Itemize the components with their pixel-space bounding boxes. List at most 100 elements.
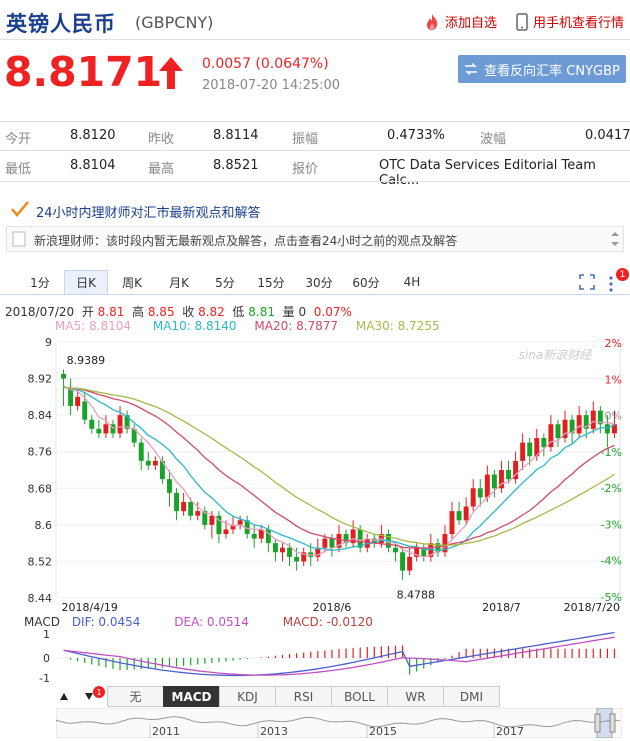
candle-body: [89, 419, 95, 429]
add-watchlist-label: 添加自选: [445, 16, 498, 31]
candle-body: [590, 410, 596, 429]
ohlc-open: 8.81: [97, 305, 125, 319]
ma30-legend: MA30: 8.7255: [355, 319, 440, 333]
open-label: 开: [81, 305, 94, 319]
pct-tick-label: -3%: [601, 518, 622, 531]
open-label: 今开: [5, 132, 32, 147]
year-label: 2011: [152, 725, 180, 738]
tab-1分[interactable]: 1分: [18, 270, 62, 294]
tab-月K[interactable]: 月K: [157, 270, 201, 294]
prev-close-value: 8.8114: [213, 128, 259, 143]
candle-body: [82, 401, 88, 420]
candle-body: [96, 428, 102, 434]
x-tick-label: 2018/7/20: [564, 601, 620, 614]
max-price-label: 8.9389: [67, 354, 106, 367]
quote-time: 2018-07-20 14:25:00: [202, 78, 341, 93]
indicator-tab-BOLL[interactable]: BOLL: [331, 686, 388, 707]
swap-icon: [465, 63, 478, 75]
candle-body: [527, 442, 533, 457]
quote-source-label: 报价: [292, 162, 319, 177]
quote-divider: [0, 121, 630, 122]
scroll-arrows-icon[interactable]: [609, 229, 621, 249]
analyst-message[interactable]: 新浪理财师：该时段内暂无最新观点及解答，点击查看24小时之前的观点及解答: [34, 232, 457, 249]
time-navigator[interactable]: 2011 2013 2015 2017: [56, 708, 622, 738]
more-menu-icon[interactable]: [607, 274, 615, 292]
tab-60分[interactable]: 60分: [343, 270, 389, 294]
pct-tick-label: -4%: [601, 555, 622, 568]
candle-body: [604, 424, 610, 434]
tab-15分[interactable]: 15分: [248, 270, 294, 294]
amplitude-label: 振幅: [292, 132, 319, 147]
macd-chart[interactable]: 1 0 -1: [0, 630, 630, 686]
candle-body: [322, 538, 328, 548]
y-tick-label: 8.76: [28, 446, 53, 459]
checkmark-icon: [11, 201, 29, 217]
candle-body: [138, 442, 144, 461]
stats-bottom-divider: [0, 181, 630, 182]
navigator-handle-right[interactable]: [609, 713, 616, 733]
indicator-tabs: 无 MACD KDJ RSI BOLL WR DMI: [107, 686, 500, 708]
fullscreen-icon[interactable]: [579, 274, 595, 290]
ma20-line: [63, 386, 615, 549]
indicator-tab-DMI[interactable]: DMI: [443, 686, 500, 707]
ohlc-high: 8.85: [147, 305, 175, 319]
candle-body: [541, 438, 547, 448]
candle-body: [506, 470, 511, 480]
tab-5分[interactable]: 5分: [203, 270, 247, 294]
year-label: 2015: [369, 725, 397, 738]
candle-body: [294, 556, 300, 562]
low-value: 8.8104: [70, 158, 116, 173]
indicator-tab-WR[interactable]: WR: [387, 686, 444, 707]
candle-body: [223, 529, 229, 534]
current-price: 8.8171: [4, 48, 163, 96]
year-label: 2017: [496, 725, 524, 738]
candle-body: [400, 552, 406, 571]
candle-body: [456, 511, 462, 521]
ma-legend: MA5: 8.8104 MA10: 8.8140 MA20: 8.7877 MA…: [55, 319, 440, 333]
ohlc-volume: 0: [298, 305, 307, 319]
reverse-rate-button[interactable]: 查看反向汇率 CNYGBP: [458, 55, 626, 83]
indicator-tab-无[interactable]: 无: [107, 686, 164, 707]
tab-周K[interactable]: 周K: [110, 270, 154, 294]
collapse-up-icon[interactable]: [58, 690, 70, 702]
candle-body: [237, 520, 243, 525]
prev-close-label: 昨收: [148, 132, 175, 147]
tab-4H[interactable]: 4H: [391, 270, 433, 294]
ohlc-close: 8.82: [198, 305, 225, 319]
tab-日K[interactable]: 日K: [64, 270, 108, 294]
navigator-bg: [56, 708, 622, 738]
ohlc-date: 2018/07/20: [5, 305, 75, 319]
x-tick-label: 2018/4/19: [62, 601, 118, 614]
reverse-rate-label: 查看反向汇率 CNYGBP: [484, 63, 620, 79]
candle-body: [463, 506, 469, 521]
macd-title: MACD: [24, 615, 60, 629]
stats-divider: [0, 150, 630, 151]
candlestick-chart[interactable]: 98.928.848.768.688.68.528.442%1%0%-1%-2%…: [0, 334, 630, 614]
pct-tick-label: 1%: [605, 373, 622, 386]
y-tick-label: 8.84: [28, 409, 53, 422]
indicator-tab-MACD[interactable]: MACD: [163, 686, 220, 707]
flame-icon: [427, 13, 438, 30]
candle-body: [117, 415, 123, 434]
y-tick-label: 8.44: [28, 592, 53, 605]
view-on-mobile-button[interactable]: 用手机查看行情: [516, 12, 624, 31]
tab-30分[interactable]: 30分: [296, 270, 342, 294]
candle-body: [251, 534, 257, 539]
indicator-tab-RSI[interactable]: RSI: [275, 686, 332, 707]
candle-body: [145, 460, 151, 466]
add-watchlist-button[interactable]: 添加自选: [424, 12, 497, 31]
open-value: 8.8120: [70, 128, 116, 143]
indicator-tab-KDJ[interactable]: KDJ: [219, 686, 276, 707]
candle-body: [449, 511, 455, 534]
candle-body: [576, 415, 582, 434]
ma20-legend: MA20: 8.7877: [254, 319, 339, 333]
candle-body: [280, 547, 285, 553]
analyst-section-title: 24小时内理财师对汇市最新观点和解答: [36, 206, 261, 221]
dif-legend: DIF: 0.0454: [71, 615, 141, 629]
navigator-handle-left[interactable]: [594, 713, 601, 733]
wave-value: 0.0417: [585, 128, 630, 143]
phone-icon: [516, 12, 528, 31]
y-tick-label: 8.52: [28, 555, 53, 568]
y-tick-label: 8.6: [35, 519, 53, 532]
candle-body: [75, 396, 81, 406]
